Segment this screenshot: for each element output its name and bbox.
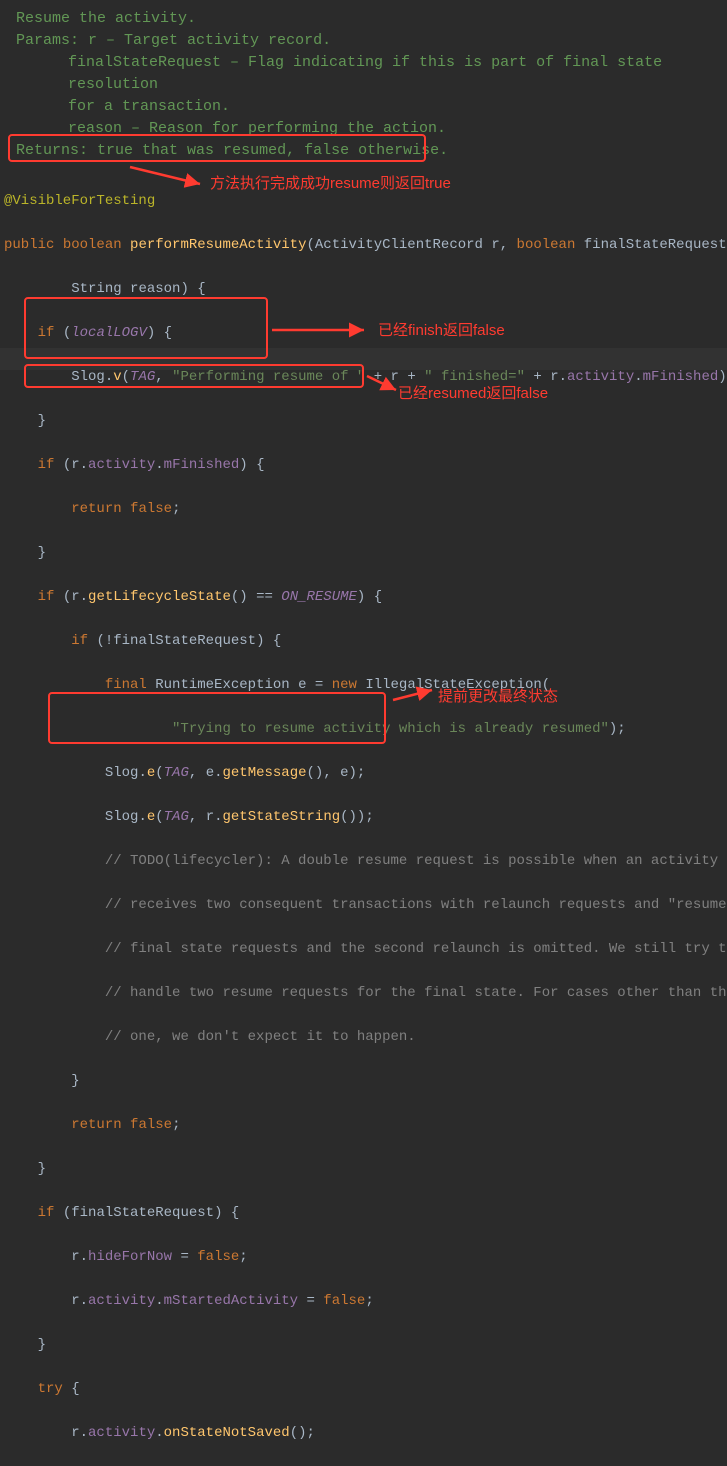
code-line: Slog.v(TAG, "Performing resume of " + r … [4, 366, 727, 388]
code-line: if (!finalStateRequest) { [4, 630, 727, 652]
doc-line: Returns: true that was resumed, false ot… [16, 140, 711, 162]
doc-line: reason – Reason for performing the actio… [16, 118, 711, 140]
code-line: // handle two resume requests for the fi… [4, 982, 727, 1004]
code-line: // receives two consequent transactions … [4, 894, 727, 916]
code-line: } [4, 542, 727, 564]
code-line: "Trying to resume activity which is alre… [4, 718, 727, 740]
code-line: if (localLOGV) { [4, 322, 727, 344]
code-line: } [4, 1334, 727, 1356]
doc-comment-block: Resume the activity. Params: r – Target … [0, 0, 727, 168]
code-line: public boolean performResumeActivity(Act… [4, 234, 727, 256]
code-line: try { [4, 1378, 727, 1400]
doc-line: finalStateRequest – Flag indicating if t… [16, 52, 711, 96]
code-body: @VisibleForTesting public boolean perfor… [0, 168, 727, 1466]
code-line: if (r.activity.mFinished) { [4, 454, 727, 476]
code-line: r.hideForNow = false; [4, 1246, 727, 1268]
code-line: r.activity.onStateNotSaved(); [4, 1422, 727, 1444]
code-line: return false; [4, 498, 727, 520]
code-line: // TODO(lifecycler): A double resume req… [4, 850, 727, 872]
code-line: r.activity.mStartedActivity = false; [4, 1290, 727, 1312]
doc-line: for a transaction. [16, 96, 711, 118]
code-line: String reason) { [4, 278, 727, 300]
code-line: @VisibleForTesting [4, 190, 727, 212]
code-line: return false; [4, 1114, 727, 1136]
code-line: } [4, 410, 727, 432]
code-line: Slog.e(TAG, e.getMessage(), e); [4, 762, 727, 784]
doc-line: Resume the activity. [16, 8, 711, 30]
code-line: // final state requests and the second r… [4, 938, 727, 960]
code-line: } [4, 1158, 727, 1180]
code-line: } [4, 1070, 727, 1092]
code-line: if (finalStateRequest) { [4, 1202, 727, 1224]
code-line: if (r.getLifecycleState() == ON_RESUME) … [4, 586, 727, 608]
doc-line: Params: r – Target activity record. [16, 30, 711, 52]
code-line: // one, we don't expect it to happen. [4, 1026, 727, 1048]
code-line: final RuntimeException e = new IllegalSt… [4, 674, 727, 696]
code-line: Slog.e(TAG, r.getStateString()); [4, 806, 727, 828]
